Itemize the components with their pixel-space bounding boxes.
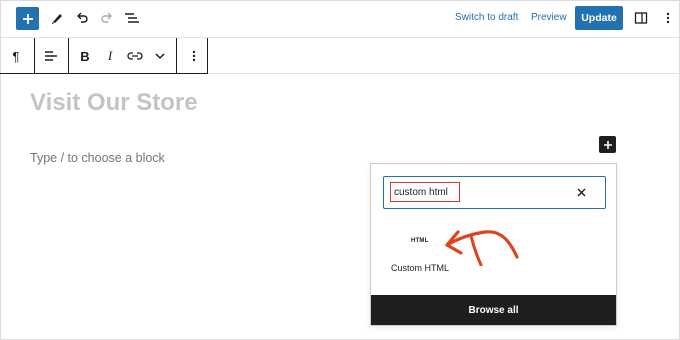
tools-button[interactable] xyxy=(47,8,67,28)
switch-to-draft-button[interactable]: Switch to draft xyxy=(455,12,518,23)
italic-button[interactable]: I xyxy=(100,46,120,66)
html-icon: HTML xyxy=(411,238,429,244)
search-input[interactable] xyxy=(390,182,460,202)
editor-header: Switch to draft Preview Update xyxy=(0,0,680,38)
toolbar-divider xyxy=(68,38,69,74)
block-search xyxy=(383,176,606,209)
paragraph-icon: ¶ xyxy=(12,48,20,64)
post-title[interactable]: Visit Our Store xyxy=(30,89,198,117)
paragraph-block-button[interactable]: ¶ xyxy=(6,46,26,66)
toolbar-divider xyxy=(34,38,35,74)
more-formatting-button[interactable] xyxy=(150,46,170,66)
quick-inserter-popover: HTML Custom HTML Browse all xyxy=(370,163,617,326)
link-button[interactable] xyxy=(125,46,145,66)
bold-button[interactable]: B xyxy=(75,46,95,66)
vertical-ellipsis-icon xyxy=(666,12,670,24)
plus-icon xyxy=(22,13,33,24)
redo-button[interactable] xyxy=(97,8,117,28)
italic-icon: I xyxy=(107,48,113,63)
align-left-icon xyxy=(45,51,57,61)
update-button[interactable]: Update xyxy=(575,6,623,30)
browse-all-button[interactable]: Browse all xyxy=(371,295,616,325)
vertical-ellipsis-icon xyxy=(192,50,196,62)
options-button[interactable] xyxy=(658,8,678,28)
pencil-icon xyxy=(52,14,62,24)
undo-icon xyxy=(77,12,88,23)
annotation-arrow-icon xyxy=(445,230,519,266)
block-toolbar: ¶ B I xyxy=(0,38,208,74)
close-icon xyxy=(577,188,585,196)
header-divider xyxy=(208,73,680,74)
undo-button[interactable] xyxy=(72,8,92,28)
add-block-button[interactable] xyxy=(16,7,39,30)
settings-button[interactable] xyxy=(631,8,651,28)
redo-icon xyxy=(101,12,112,23)
sidebar-icon xyxy=(634,12,648,24)
document-overview-button[interactable] xyxy=(122,8,142,28)
inline-inserter-button[interactable] xyxy=(599,136,616,153)
plus-icon xyxy=(603,140,612,149)
clear-search-button[interactable] xyxy=(574,185,588,199)
bold-icon: B xyxy=(80,48,90,64)
block-placeholder[interactable]: Type / to choose a block xyxy=(30,151,165,165)
chevron-down-icon xyxy=(155,53,165,60)
preview-button[interactable]: Preview xyxy=(531,12,567,23)
list-view-icon xyxy=(125,13,139,23)
link-icon xyxy=(127,52,143,60)
align-button[interactable] xyxy=(41,46,61,66)
block-options-button[interactable] xyxy=(184,46,204,66)
toolbar-divider xyxy=(176,38,177,74)
